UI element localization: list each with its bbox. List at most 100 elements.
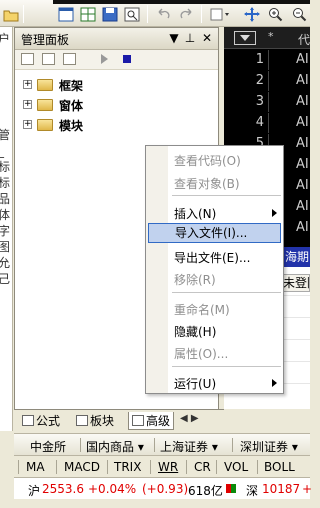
tab-label: 板块	[90, 414, 115, 428]
main-toolbar	[0, 0, 310, 27]
row-number: 1	[255, 52, 264, 67]
menu-run[interactable]: 运行(U)	[174, 375, 283, 392]
zoom-out-icon[interactable]	[292, 7, 308, 22]
folder-icon	[76, 415, 88, 426]
row-number: 3	[255, 94, 264, 109]
indicator-macd[interactable]: MACD	[64, 460, 100, 474]
grid-code-header: 代	[298, 33, 311, 47]
left-strip-char: 己	[0, 271, 12, 287]
row-symbol: AI	[296, 178, 309, 193]
row-symbol: AI	[296, 52, 309, 67]
view-object-icon[interactable]	[42, 53, 55, 65]
sh-index-pct: +0.04%	[88, 482, 137, 496]
menu-remove[interactable]: 移除(R)	[174, 271, 283, 288]
tab-not-logged-in[interactable]: 未登陆	[280, 274, 310, 292]
left-strip-char: 体	[0, 207, 12, 223]
row-symbol: AI	[296, 157, 309, 172]
tab-formula[interactable]: 公式	[22, 412, 60, 430]
pin-icon[interactable]: ⊥	[183, 31, 197, 45]
left-strip-char: 图	[0, 239, 12, 255]
panel-title-bar: 管理面板 ▼ ⊥ ✕	[15, 28, 218, 50]
window-icon[interactable]	[58, 7, 74, 22]
market-tab[interactable]: 国内商品 ▾	[86, 438, 144, 455]
close-icon[interactable]: ✕	[200, 31, 214, 45]
expand-icon[interactable]: +	[23, 80, 32, 89]
market-flag-icon	[226, 484, 236, 493]
move-cross-icon[interactable]	[244, 7, 260, 22]
open-folder-icon[interactable]	[3, 7, 19, 22]
folder-icon	[37, 79, 53, 91]
sh-index-value: 2553.6	[42, 482, 84, 496]
table-row[interactable]: 2 AI	[224, 71, 310, 91]
market-tab[interactable]: 中金所	[30, 438, 66, 455]
sh-amount: 618亿	[188, 484, 223, 498]
row-symbol: AI	[296, 199, 309, 214]
search-window-icon[interactable]	[124, 7, 140, 22]
grid-window-icon[interactable]	[80, 7, 96, 22]
stop-icon[interactable]	[123, 55, 131, 63]
tab-scroll-arrows[interactable]: ◀ ▶	[180, 413, 199, 424]
indicator-vol[interactable]: VOL	[224, 460, 248, 474]
advanced-icon	[132, 415, 144, 426]
sh-index-change: (+0.93)	[142, 482, 189, 496]
expand-icon[interactable]: +	[23, 100, 32, 109]
sz-index-tail: +	[302, 482, 313, 496]
menu-import-file[interactable]: 导入文件(I)...	[148, 223, 281, 243]
row-number: 2	[255, 73, 264, 88]
menu-view-object[interactable]: 查看对象(B)	[174, 175, 283, 192]
save-icon[interactable]	[102, 7, 118, 22]
indicator-wr[interactable]: WR	[158, 460, 178, 474]
expand-icon[interactable]: +	[23, 120, 32, 129]
left-strip-char: _	[0, 143, 12, 159]
menu-export-file[interactable]: 导出文件(E)...	[174, 249, 283, 266]
left-strip-char: 字	[0, 223, 12, 239]
indicator-ma[interactable]: MA	[26, 460, 45, 474]
tab-overseas-futures[interactable]: 海期	[282, 247, 310, 267]
indicator-trix[interactable]: TRIX	[114, 460, 141, 474]
zoom-in-icon[interactable]	[268, 7, 284, 22]
panel-dropdown-icon[interactable]: ▼	[167, 31, 181, 45]
row-symbol: AI	[296, 94, 309, 109]
menu-insert[interactable]: 插入(N)	[174, 205, 283, 222]
indicator-bar: MA MACD TRIX WR CR VOL BOLL	[14, 455, 310, 477]
left-strip-char: 户	[0, 31, 12, 47]
formula-icon	[22, 415, 34, 426]
draw-tools-icon[interactable]	[210, 7, 229, 22]
menu-properties[interactable]: 属性(O)...	[174, 345, 283, 362]
panel-toolbar	[15, 50, 218, 70]
run-icon[interactable]	[101, 54, 108, 64]
left-strip-char: 管	[0, 127, 12, 143]
sz-label: 深	[246, 484, 259, 498]
folder-icon	[37, 99, 53, 111]
table-row[interactable]: 1 AI	[224, 50, 310, 70]
column-dropdown-icon[interactable]	[234, 31, 256, 45]
table-row[interactable]: 3 AI	[224, 92, 310, 112]
menu-label: 插入(N)	[174, 207, 217, 221]
grid-star: *	[268, 30, 274, 43]
left-edge-panel: 户 管 _ 标 标 品 体 字 图 允 己	[0, 27, 13, 431]
menu-hide[interactable]: 隐藏(H)	[174, 323, 283, 340]
market-tab[interactable]: 深圳证券 ▾	[240, 438, 298, 455]
indicator-boll[interactable]: BOLL	[264, 460, 295, 474]
tab-advanced[interactable]: 高级	[128, 412, 175, 430]
toggle-folders-icon[interactable]	[63, 53, 76, 65]
market-tab[interactable]: 上海证券 ▾	[160, 438, 218, 455]
redo-icon[interactable]	[178, 7, 194, 22]
table-row[interactable]: 4 AI	[224, 113, 310, 133]
undo-icon[interactable]	[156, 7, 172, 22]
folder-icon	[37, 119, 53, 131]
left-strip-char: 标	[0, 175, 12, 191]
menu-view-code[interactable]: 查看代码(O)	[174, 152, 283, 169]
status-bar: 沪 2553.6 +0.04% (+0.93) 618亿 深 10187 +	[14, 477, 313, 499]
tree-item-label: 窗体	[59, 99, 84, 113]
sz-index-value: 10187	[262, 482, 301, 496]
row-number: 4	[255, 115, 264, 130]
left-strip-char: 允	[0, 255, 12, 271]
tab-sector[interactable]: 板块	[76, 412, 114, 430]
submenu-arrow-icon	[272, 209, 277, 217]
row-symbol: AI	[296, 220, 309, 235]
view-code-icon[interactable]	[21, 53, 34, 65]
menu-rename[interactable]: 重命名(M)	[174, 301, 283, 318]
tab-label: 高级	[146, 414, 171, 428]
indicator-cr[interactable]: CR	[194, 460, 211, 474]
